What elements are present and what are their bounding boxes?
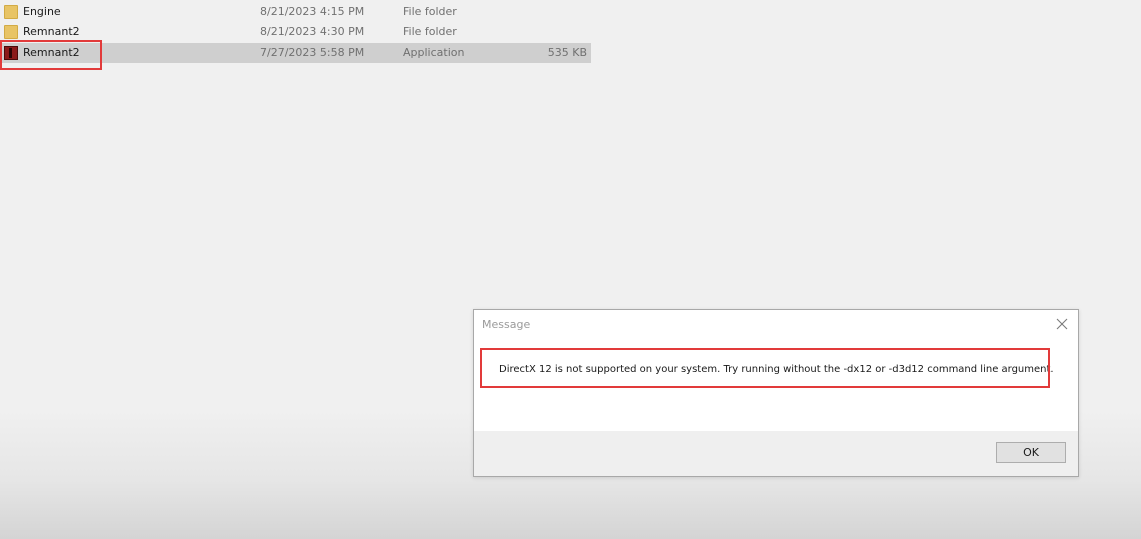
close-icon <box>1056 318 1068 330</box>
close-button[interactable] <box>1048 312 1076 336</box>
file-size: 535 KB <box>547 46 587 59</box>
file-type: File folder <box>403 5 457 18</box>
file-date: 8/21/2023 4:30 PM <box>260 25 365 38</box>
file-date: 7/27/2023 5:58 PM <box>260 46 365 59</box>
highlight-box <box>480 348 1050 388</box>
file-date: 8/21/2023 4:15 PM <box>260 5 365 18</box>
ok-button[interactable]: OK <box>996 442 1066 463</box>
highlight-box <box>0 40 102 70</box>
file-type: File folder <box>403 25 457 38</box>
folder-icon <box>4 5 18 19</box>
file-name: Engine <box>23 5 61 18</box>
dialog-title: Message <box>482 318 531 331</box>
file-row-remnant2-folder[interactable]: Remnant2 8/21/2023 4:30 PM File folder <box>0 22 591 42</box>
file-row-engine[interactable]: Engine 8/21/2023 4:15 PM File folder <box>0 2 591 22</box>
dialog-footer: OK <box>474 431 1078 476</box>
file-name: Remnant2 <box>23 25 80 38</box>
message-dialog: Message DirectX 12 is not supported on y… <box>473 309 1079 477</box>
file-type: Application <box>403 46 465 59</box>
folder-icon <box>4 25 18 39</box>
